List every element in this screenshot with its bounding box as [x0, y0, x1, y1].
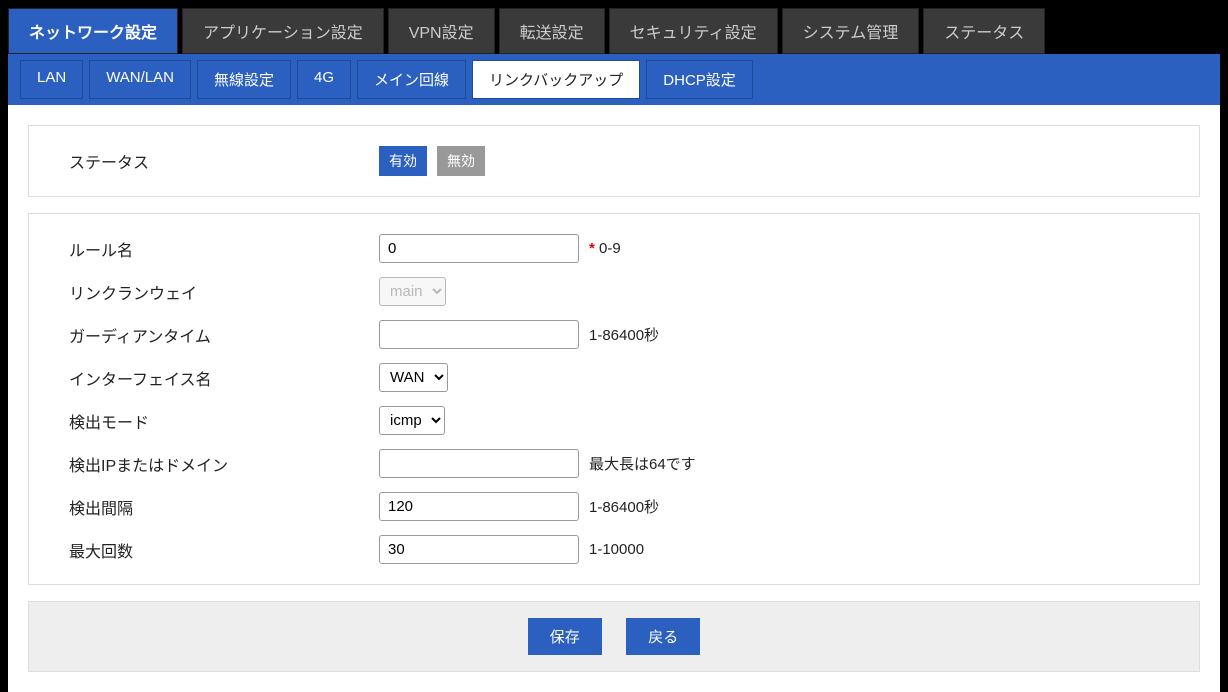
form-panel: ルール名 * 0-9 リンクランウェイ main ガーディアンタイム — [28, 213, 1200, 585]
content-area: ステータス 有効 無効 ルール名 * 0-9 リンクランウェイ ma — [8, 105, 1220, 692]
max-count-label: 最大回数 — [69, 538, 379, 562]
detect-mode-label: 検出モード — [69, 409, 379, 433]
detect-interval-input[interactable] — [379, 492, 579, 521]
tab-forward[interactable]: 転送設定 — [499, 8, 605, 54]
max-count-input[interactable] — [379, 535, 579, 564]
detect-interval-label: 検出間隔 — [69, 495, 379, 519]
subtab-wanlan[interactable]: WAN/LAN — [89, 60, 191, 99]
link-runway-label: リンクランウェイ — [69, 280, 379, 304]
detect-ip-input[interactable] — [379, 449, 579, 478]
rule-name-hint: * 0-9 — [589, 240, 621, 257]
detect-ip-label: 検出IPまたはドメイン — [69, 452, 379, 476]
subtab-lan[interactable]: LAN — [20, 60, 83, 99]
status-label: ステータス — [69, 149, 379, 173]
detect-mode-select[interactable]: icmp — [379, 406, 445, 435]
save-button[interactable]: 保存 — [528, 618, 602, 655]
subtab-wireless[interactable]: 無線設定 — [197, 60, 291, 99]
detect-ip-hint: 最大長は64です — [589, 453, 696, 474]
tab-security[interactable]: セキュリティ設定 — [609, 8, 778, 54]
rule-name-input[interactable] — [379, 234, 579, 263]
tab-system[interactable]: システム管理 — [782, 8, 920, 54]
status-panel: ステータス 有効 無効 — [28, 125, 1200, 197]
status-disabled-button[interactable]: 無効 — [437, 146, 485, 176]
subtab-linkbackup[interactable]: リンクバックアップ — [472, 60, 640, 99]
rule-name-label: ルール名 — [69, 237, 379, 261]
subtab-mainline[interactable]: メイン回線 — [357, 60, 466, 99]
sub-tabs: LAN WAN/LAN 無線設定 4G メイン回線 リンクバックアップ DHCP… — [8, 54, 1220, 105]
detect-interval-hint: 1-86400秒 — [589, 496, 659, 517]
tab-network[interactable]: ネットワーク設定 — [8, 8, 178, 54]
interface-name-select[interactable]: WAN — [379, 363, 448, 392]
tab-status[interactable]: ステータス — [923, 8, 1045, 54]
guardian-time-hint: 1-86400秒 — [589, 324, 659, 345]
main-tabs: ネットワーク設定 アプリケーション設定 VPN設定 転送設定 セキュリティ設定 … — [0, 0, 1228, 54]
interface-name-label: インターフェイス名 — [69, 366, 379, 390]
tab-application[interactable]: アプリケーション設定 — [182, 8, 384, 54]
subtab-dhcp[interactable]: DHCP設定 — [646, 60, 753, 99]
guardian-time-label: ガーディアンタイム — [69, 323, 379, 347]
back-button[interactable]: 戻る — [626, 618, 700, 655]
guardian-time-input[interactable] — [379, 320, 579, 349]
status-enabled-button[interactable]: 有効 — [379, 146, 427, 176]
tab-vpn[interactable]: VPN設定 — [388, 8, 495, 54]
link-runway-select[interactable]: main — [379, 277, 446, 306]
subtab-4g[interactable]: 4G — [297, 60, 351, 99]
button-bar: 保存 戻る — [28, 601, 1200, 672]
max-count-hint: 1-10000 — [589, 541, 644, 558]
